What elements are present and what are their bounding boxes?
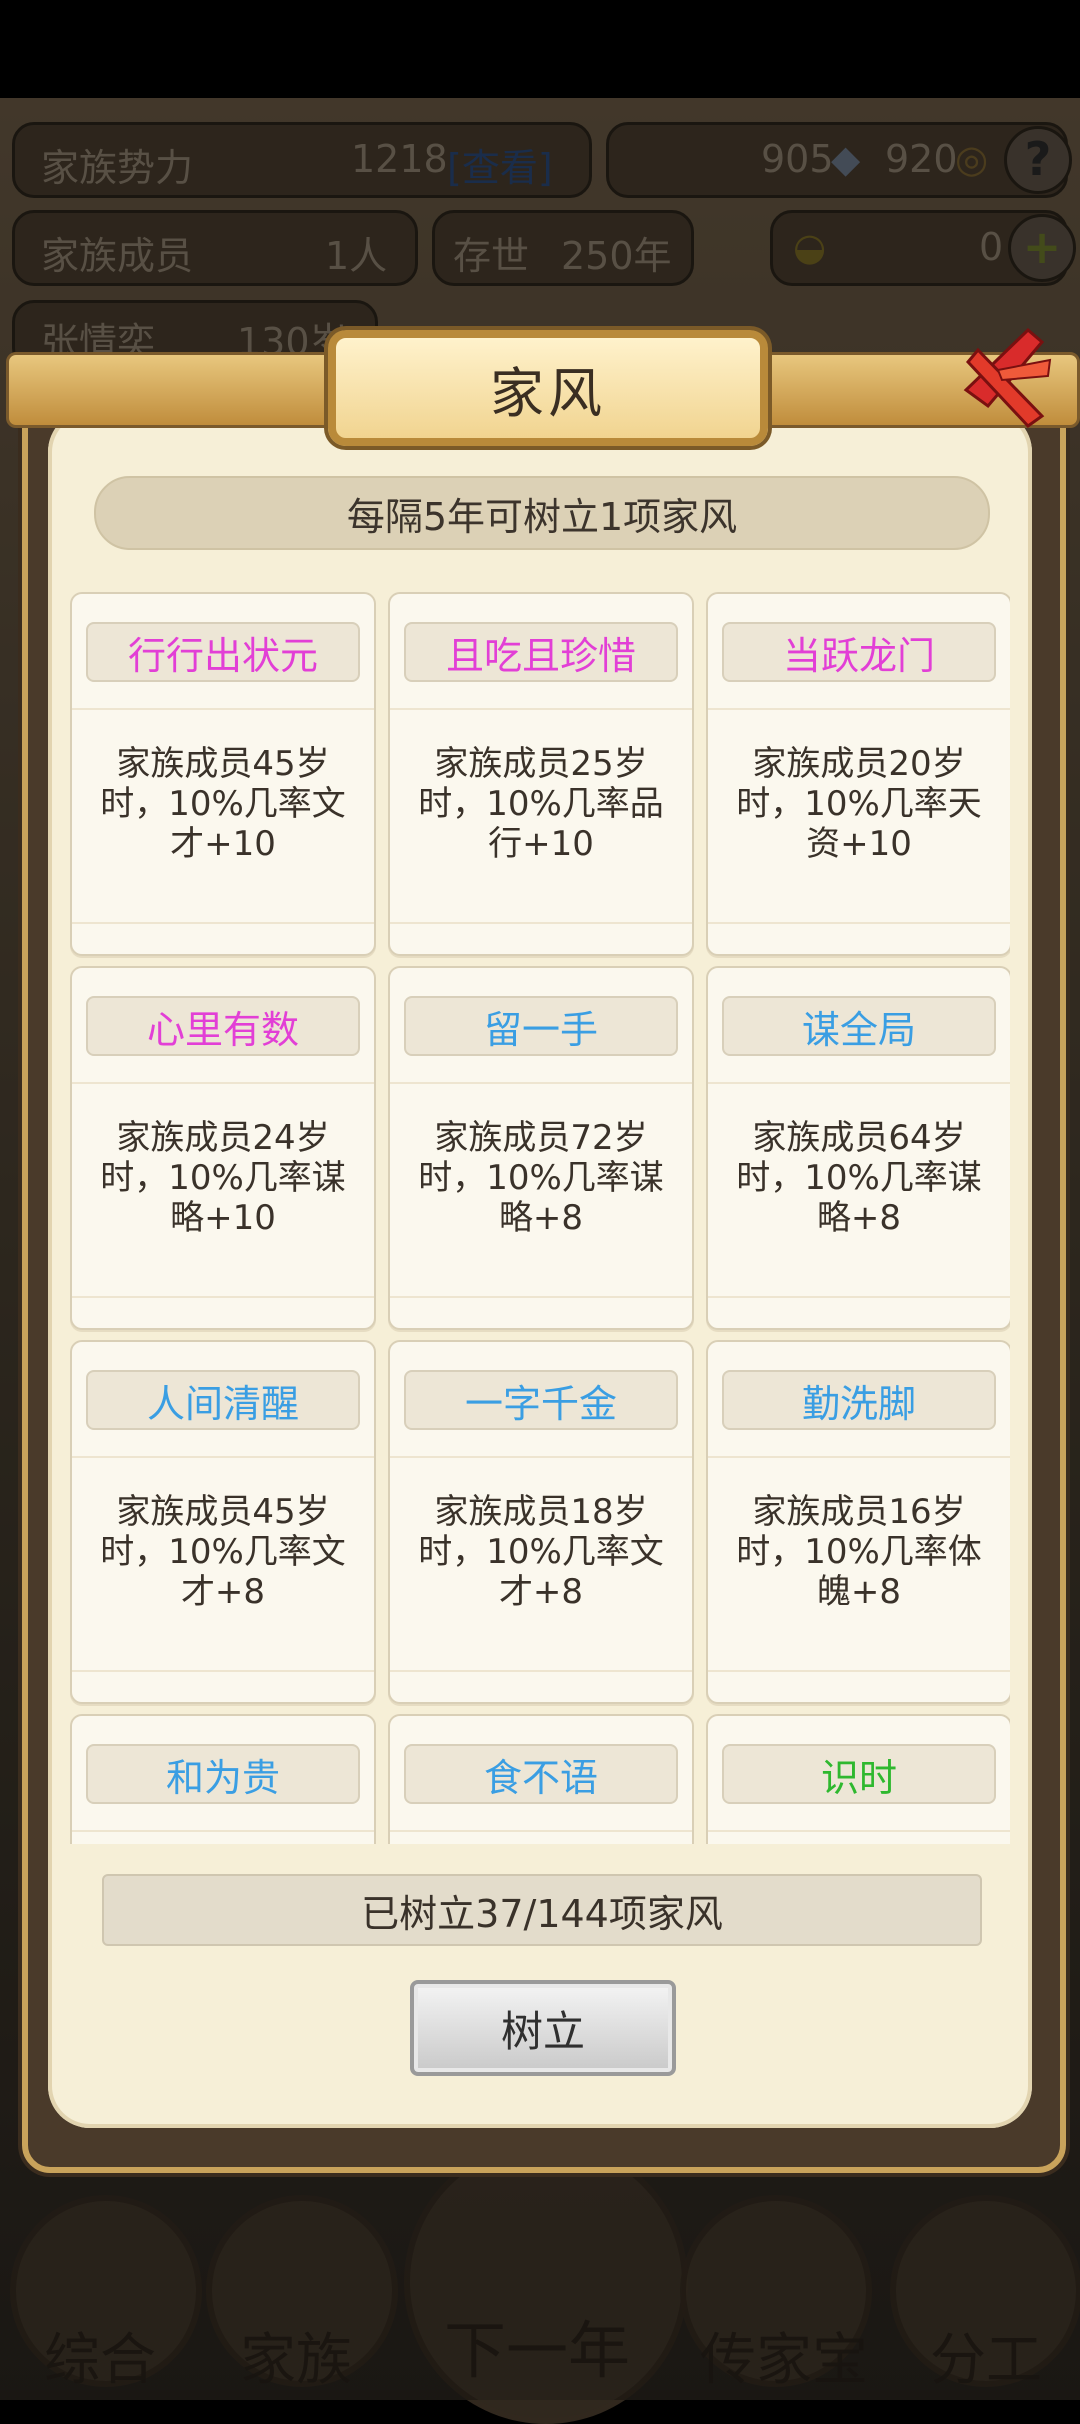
style-card-desc: 家族成员45岁时，10%几率文才+10 [100,744,346,864]
card-footer-line [708,1670,1010,1672]
style-card-title: 人间清醒 [86,1370,360,1430]
style-card[interactable]: 一字千金 家族成员18岁时，10%几率文才+8 [388,1340,694,1704]
style-card[interactable]: 识时 [706,1714,1010,1844]
close-icon[interactable] [958,320,1054,430]
style-card-desc: 家族成员24岁时，10%几率谋略+10 [100,1118,346,1238]
card-divider [72,708,374,710]
style-card-desc: 家族成员18岁时，10%几率文才+8 [418,1492,664,1612]
card-divider [72,1082,374,1084]
style-card[interactable]: 留一手 家族成员72岁时，10%几率谋略+8 [388,966,694,1330]
style-card-title: 一字千金 [404,1370,678,1430]
style-card[interactable]: 当跃龙门 家族成员20岁时，10%几率天资+10 [706,592,1010,956]
card-divider [72,1456,374,1458]
card-footer-line [390,922,692,924]
style-card-title: 谋全局 [722,996,996,1056]
established-count: 已树立37/144项家风 [102,1874,982,1946]
dialog-title: 家风 [490,361,606,425]
style-card-desc: 家族成员20岁时，10%几率天资+10 [736,744,982,864]
card-footer-line [390,1670,692,1672]
establish-button[interactable]: 树立 [410,1980,676,2076]
style-card-title: 心里有数 [86,996,360,1056]
card-footer-line [708,1296,1010,1298]
style-card[interactable]: 且吃且珍惜 家族成员25岁时，10%几率品行+10 [388,592,694,956]
style-card-title: 当跃龙门 [722,622,996,682]
card-divider [708,1830,1010,1832]
style-card-desc: 家族成员16岁时，10%几率体魄+8 [736,1492,982,1612]
style-card[interactable]: 人间清醒 家族成员45岁时，10%几率文才+8 [70,1340,376,1704]
style-card-title: 识时 [722,1744,996,1804]
card-footer-line [708,922,1010,924]
card-footer-line [390,1296,692,1298]
style-card[interactable]: 和为贵 [70,1714,376,1844]
family-style-grid[interactable]: 行行出状元 家族成员45岁时，10%几率文才+10 且吃且珍惜 家族成员25岁时… [70,592,1010,1844]
card-divider [708,708,1010,710]
card-footer-line [72,1296,374,1298]
style-card[interactable]: 勤洗脚 家族成员16岁时，10%几率体魄+8 [706,1340,1010,1704]
style-card-title: 留一手 [404,996,678,1056]
style-card-desc: 家族成员25岁时，10%几率品行+10 [418,744,664,864]
card-divider [708,1456,1010,1458]
style-card-desc: 家族成员45岁时，10%几率文才+8 [100,1492,346,1612]
card-divider [72,1830,374,1832]
card-divider [390,708,692,710]
style-card-title: 行行出状元 [86,622,360,682]
style-card[interactable]: 行行出状元 家族成员45岁时，10%几率文才+10 [70,592,376,956]
style-card[interactable]: 谋全局 家族成员64岁时，10%几率谋略+8 [706,966,1010,1330]
style-card-title: 食不语 [404,1744,678,1804]
card-divider [390,1456,692,1458]
style-card-title: 勤洗脚 [722,1370,996,1430]
style-card-desc: 家族成员72岁时，10%几率谋略+8 [418,1118,664,1238]
style-card-desc: 家族成员64岁时，10%几率谋略+8 [736,1118,982,1238]
style-card[interactable]: 食不语 [388,1714,694,1844]
card-divider [708,1082,1010,1084]
dialog-notice: 每隔5年可树立1项家风 [94,476,990,550]
card-divider [390,1082,692,1084]
style-card-title: 且吃且珍惜 [404,622,678,682]
card-footer-line [72,1670,374,1672]
style-card[interactable]: 心里有数 家族成员24岁时，10%几率谋略+10 [70,966,376,1330]
style-card-title: 和为贵 [86,1744,360,1804]
card-footer-line [72,922,374,924]
dialog-title-plaque: 家风 [328,330,768,446]
card-divider [390,1830,692,1832]
